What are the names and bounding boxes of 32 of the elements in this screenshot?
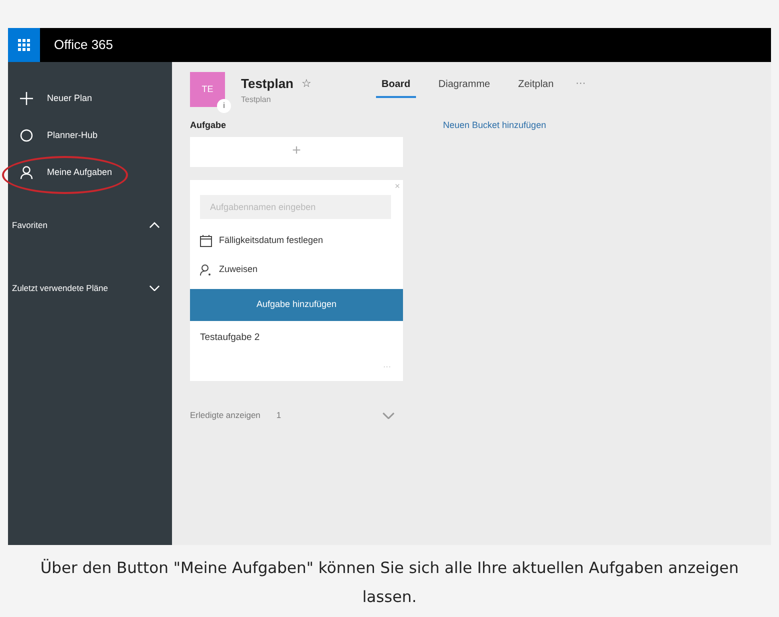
add-bucket-link[interactable]: Neuen Bucket hinzufügen xyxy=(443,119,546,422)
plus-icon xyxy=(20,92,33,105)
info-badge: i xyxy=(217,99,231,113)
person-icon xyxy=(20,166,33,179)
sidebar-item[interactable]: Neuer Plan xyxy=(8,80,172,117)
caption-text: Über den Button "Meine Aufgaben" können Sie sich alle Ihre aktuellen Aufgaben anzeigen lassen. xyxy=(39,558,740,608)
tab[interactable]: Zeitplan xyxy=(512,76,560,98)
sidebar-section-label[interactable]: Favoriten xyxy=(12,219,48,232)
circle-icon xyxy=(20,129,33,142)
app-title: Office 365 xyxy=(54,36,114,54)
waffle-icon xyxy=(18,39,30,51)
plan-subtitle: Testplan xyxy=(241,94,272,106)
task-title: Testaufgabe 2 xyxy=(200,332,260,342)
sidebar-item[interactable]: Planner-Hub xyxy=(8,117,172,154)
more-button[interactable]: ··· xyxy=(576,76,586,91)
tab[interactable]: Board xyxy=(376,76,416,98)
plan-title: Testplan xyxy=(241,75,294,93)
due-date-link[interactable]: Fälligkeitsdatum festlegen xyxy=(219,234,324,248)
task-name-field[interactable]: Aufgabennamen eingeben xyxy=(200,194,391,218)
tab[interactable]: Diagramme xyxy=(432,76,496,98)
sidebar-item[interactable]: Meine Aufgaben xyxy=(8,154,172,191)
show-completed-label[interactable]: Erledigte anzeigen xyxy=(190,408,260,422)
assign-link[interactable]: Zuweisen xyxy=(219,263,258,277)
favorite-star[interactable]: ☆ xyxy=(302,76,312,92)
chevron-up-icon[interactable] xyxy=(149,222,160,229)
bucket-title: Aufgabe xyxy=(190,119,227,132)
person-icon xyxy=(200,264,212,276)
app-launcher-button[interactable] xyxy=(8,28,40,62)
sidebar-section-label[interactable]: Zuletzt verwendete Pläne xyxy=(12,282,108,294)
completed-count: 1 xyxy=(276,408,282,422)
add-task-submit-button[interactable]: Aufgabe hinzufügen xyxy=(190,288,403,320)
calendar-icon xyxy=(200,235,212,247)
